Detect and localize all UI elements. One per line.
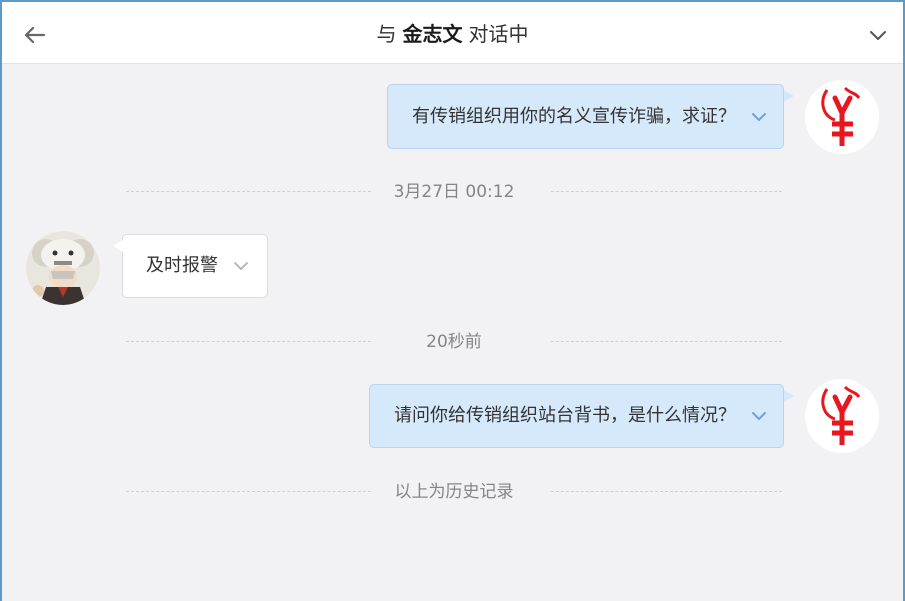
collapse-button[interactable]	[867, 24, 889, 46]
chat-header: 与金志文 对话中	[2, 2, 903, 64]
timestamp-text: 20秒前	[426, 332, 482, 352]
message-bubble-outgoing[interactable]: 请问你给传销组织站台背书，是什么情况？	[369, 384, 784, 448]
timestamp-separator: 3月27日 00:12	[126, 182, 782, 202]
message-text: 有传销组织用你的名义宣传诈骗，求证？	[412, 105, 736, 127]
chevron-down-icon	[870, 31, 886, 40]
divider	[551, 491, 782, 492]
divider	[551, 341, 782, 342]
yen-logo-icon	[805, 80, 879, 154]
contact-name[interactable]: 金志文	[403, 22, 463, 46]
message-bubble-outgoing[interactable]: 有传销组织用你的名义宣传诈骗，求证？	[387, 84, 784, 149]
timestamp-separator: 20秒前	[126, 332, 782, 352]
yen-logo-icon	[805, 379, 879, 453]
chevron-down-icon	[752, 412, 766, 420]
title-suffix: 对话中	[468, 22, 529, 46]
message-bubble-incoming[interactable]: 及时报警	[122, 234, 268, 298]
message-text: 请问你给传销组织站台背书，是什么情况？	[394, 405, 736, 426]
bubble-tail	[784, 90, 794, 102]
chat-window: 与金志文 对话中 有传销组织用你的名义宣传诈骗，求证？ 3月27日 00:12 …	[0, 0, 905, 601]
chevron-down-icon	[752, 112, 766, 121]
message-menu-button[interactable]	[232, 257, 250, 275]
divider	[551, 191, 782, 192]
bubble-tail	[113, 240, 123, 252]
chevron-down-icon	[234, 262, 248, 270]
message-menu-button[interactable]	[750, 108, 768, 126]
chat-title: 与金志文 对话中	[2, 22, 903, 46]
history-separator: 以上为历史记录	[126, 482, 782, 502]
message-menu-button[interactable]	[750, 407, 768, 425]
contact-avatar[interactable]	[26, 231, 100, 305]
user-avatar[interactable]	[805, 80, 879, 154]
bubble-tail	[784, 390, 794, 402]
message-text: 及时报警	[146, 255, 218, 276]
timestamp-text: 3月27日 00:12	[393, 182, 515, 202]
history-text: 以上为历史记录	[394, 482, 514, 502]
title-prefix: 与	[376, 22, 397, 46]
anime-avatar-icon	[26, 231, 100, 305]
user-avatar[interactable]	[805, 379, 879, 453]
